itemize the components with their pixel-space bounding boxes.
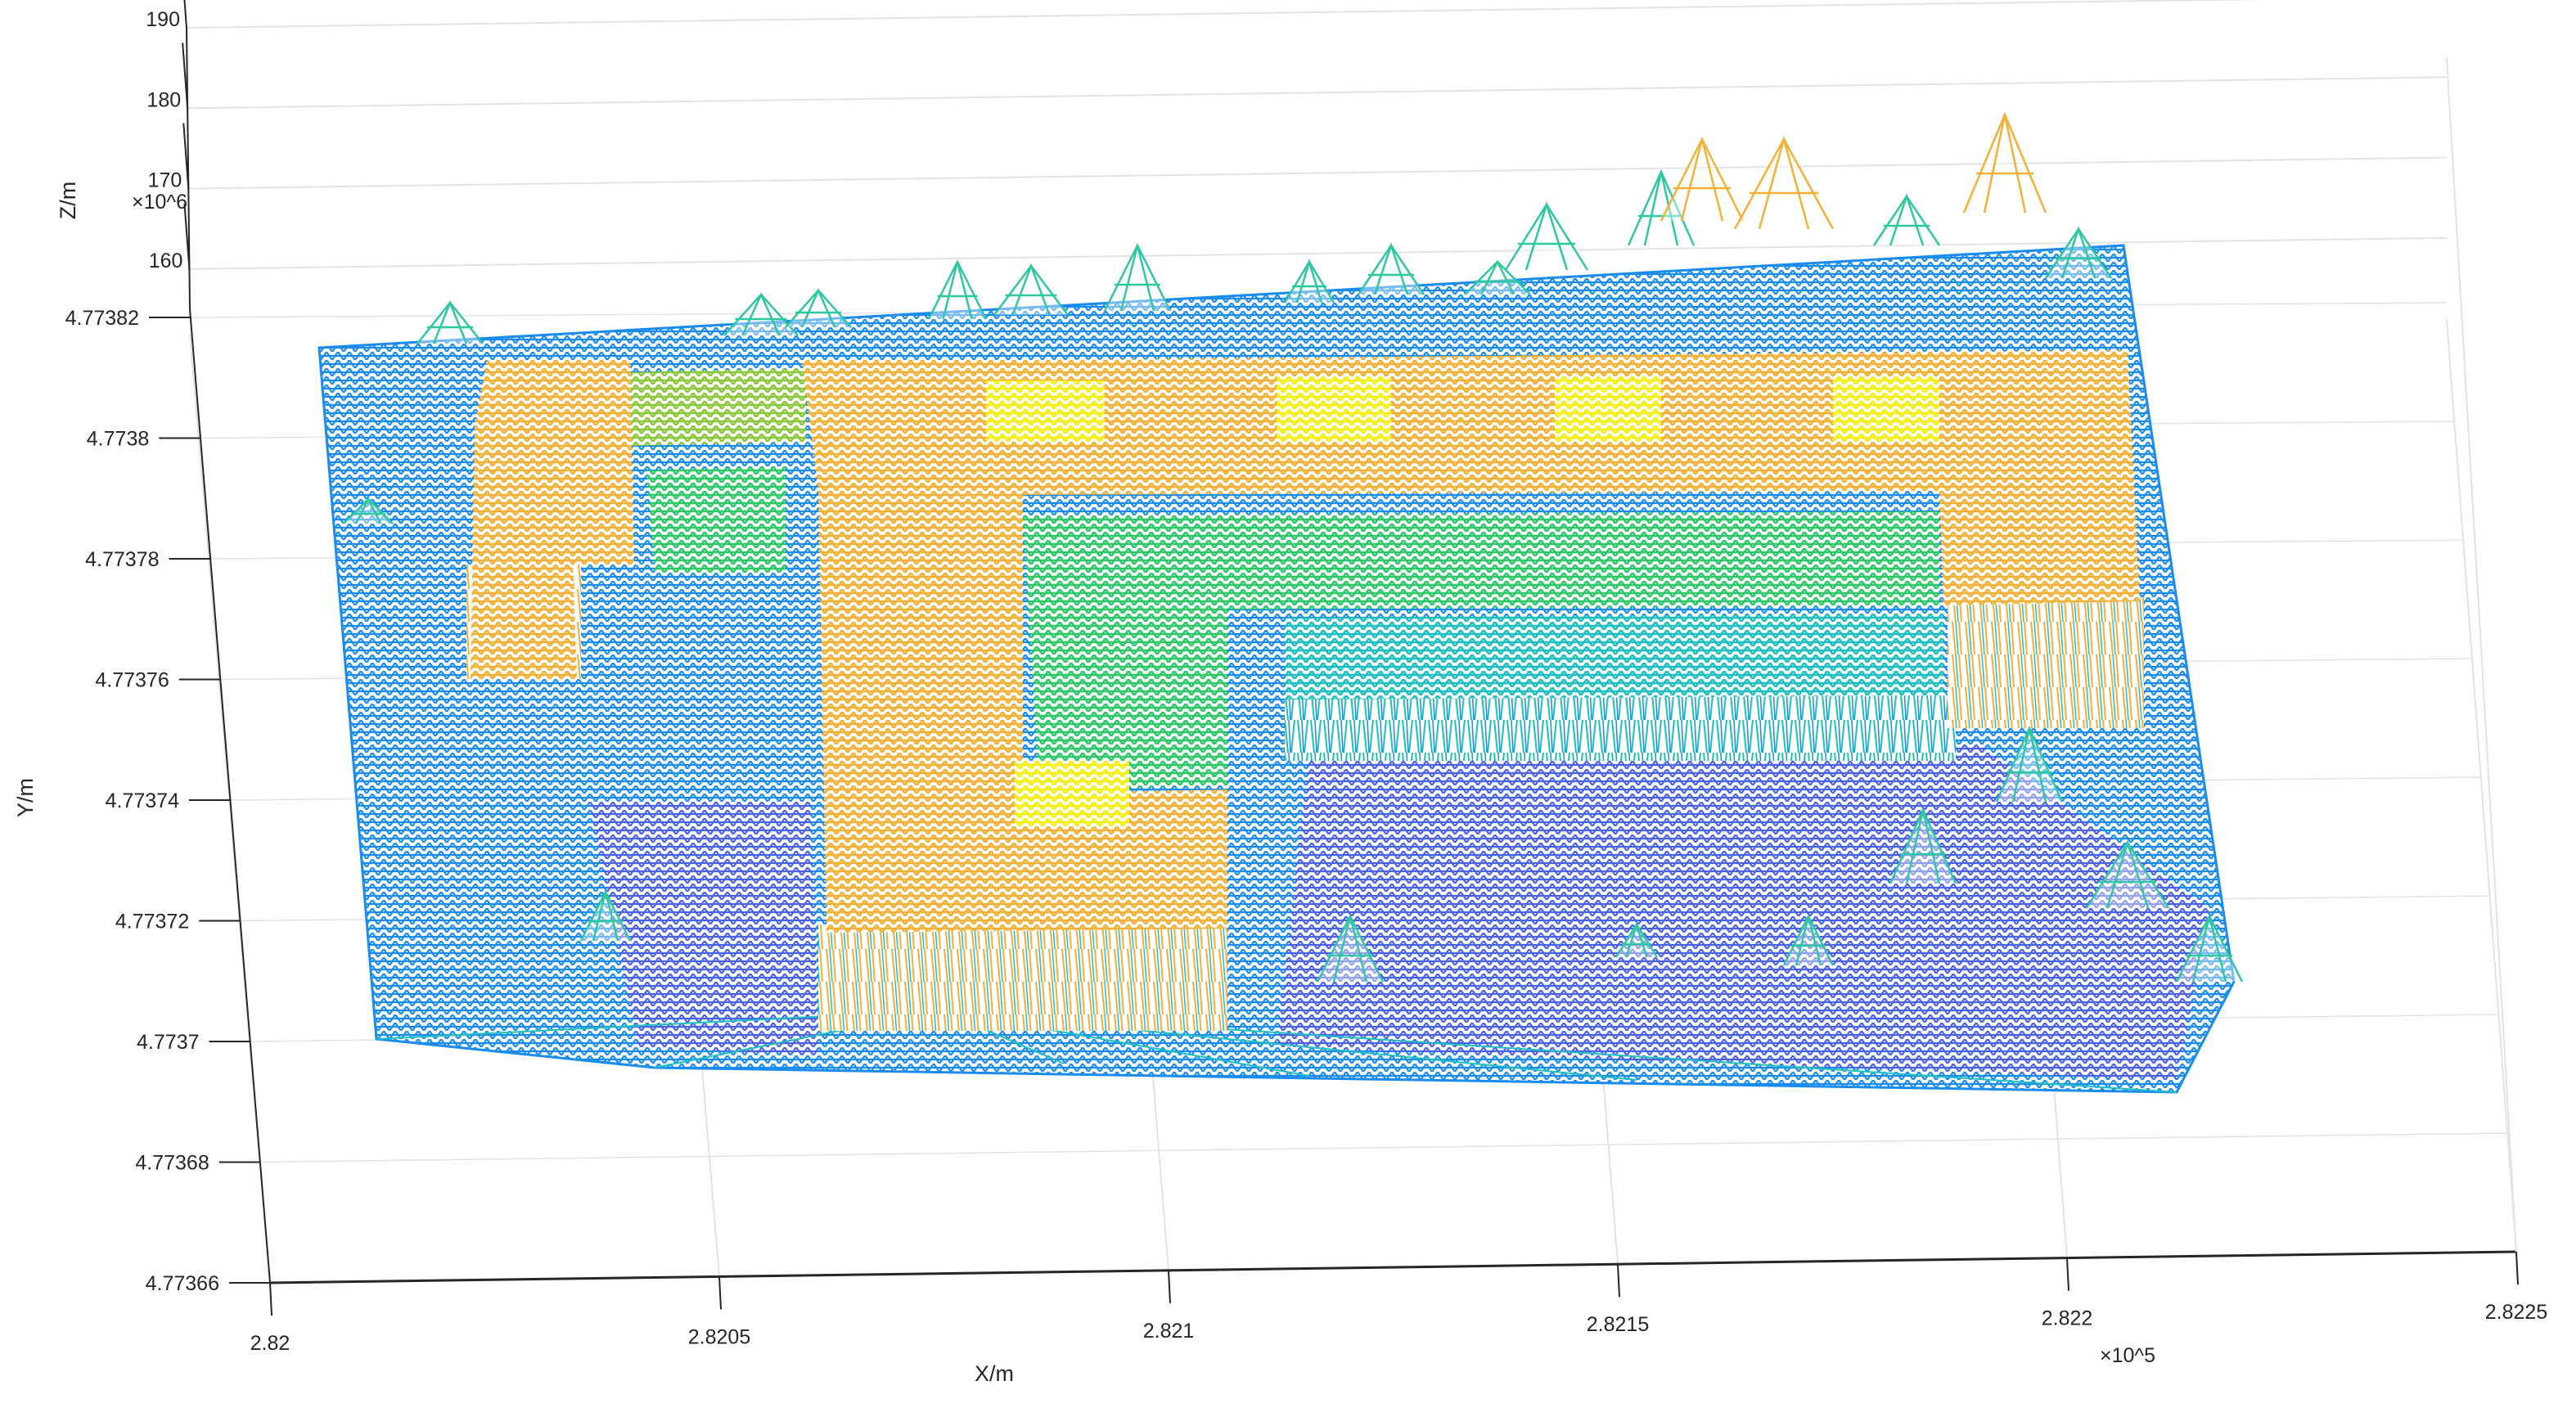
roof-yellow [986,380,1105,442]
y-axis-line [189,308,271,1284]
y-tick-label: 4.77372 [115,911,189,933]
x-tick [1168,1270,1171,1303]
tree-peak [1733,135,1835,230]
y-tick-label: 4.77376 [95,669,169,692]
tree-peak [1660,137,1745,222]
y-tick-label: 4.7737 [137,1031,199,1054]
tree-peak [1283,258,1335,304]
right-edge [2446,56,2517,1253]
y-tick-label: 4.7738 [87,428,149,451]
tree-peak [785,287,852,328]
wall [1948,597,2144,728]
y-tick-label: 4.77382 [65,307,139,330]
tree-peak [1872,193,1941,246]
y-tick-label: 4.77366 [146,1272,219,1295]
tree-peak [1504,200,1589,271]
z-tick-label: 180 [146,88,181,111]
surface-mesh-chart: 2.82 2.8205 2.821 2.8215 2.822 2.8225 4.77382 4… [13,0,2547,1386]
y-tick-label: 4.77368 [135,1152,209,1175]
x-tick [2066,1257,2069,1291]
wall [1285,695,1956,761]
y-tick-label: 4.77374 [106,789,179,812]
x-tick-label: 2.8205 [688,1325,750,1348]
z-grid-line [187,76,2448,110]
roof-green [646,466,786,573]
z-grid-line [188,156,2448,190]
z-tick-label: 170 [148,169,182,192]
x-tick [2515,1251,2519,1285]
roof-yellow [1833,376,1939,442]
x-grid-line [2446,318,2517,1253]
x-tick [1617,1264,1620,1298]
roof-yellow [1277,376,1391,442]
x-tick-label: 2.821 [1143,1320,1195,1343]
roof-teal [1285,614,1943,700]
x-tick [718,1276,722,1310]
x-tick-label: 2.8225 [2485,1301,2547,1324]
tree-peak [723,291,799,336]
tree-peak [417,299,484,344]
mesh-surface [317,111,2244,1094]
x-exponent-label: ×10^5 [2100,1344,2155,1367]
tree-peak [993,263,1069,316]
x-axis-line [269,1250,2517,1284]
z-tick [183,0,187,29]
z-axis-label: Z/m [56,182,80,220]
z-grid-line [186,0,2268,29]
y-grid-line [259,1132,2508,1163]
y-axis-label: Y/m [13,778,38,817]
x-axis-label: X/m [975,1361,1014,1386]
y-tick-label: 4.77378 [85,548,159,571]
y-exponent-label: ×10^6 [132,191,187,214]
tree-peak [927,259,988,320]
wall [818,924,1227,1031]
roof-yellow [1555,376,1661,442]
z-tick-label: 160 [149,250,183,272]
roof-olive [630,368,806,446]
x-tick-label: 2.8215 [1587,1313,1649,1336]
z-tick-label: 190 [146,8,180,31]
roof-yellow [1015,761,1129,826]
x-tick-label: 2.822 [2042,1307,2093,1330]
x-tick-label: 2.82 [250,1332,290,1355]
x-tick [269,1282,272,1316]
